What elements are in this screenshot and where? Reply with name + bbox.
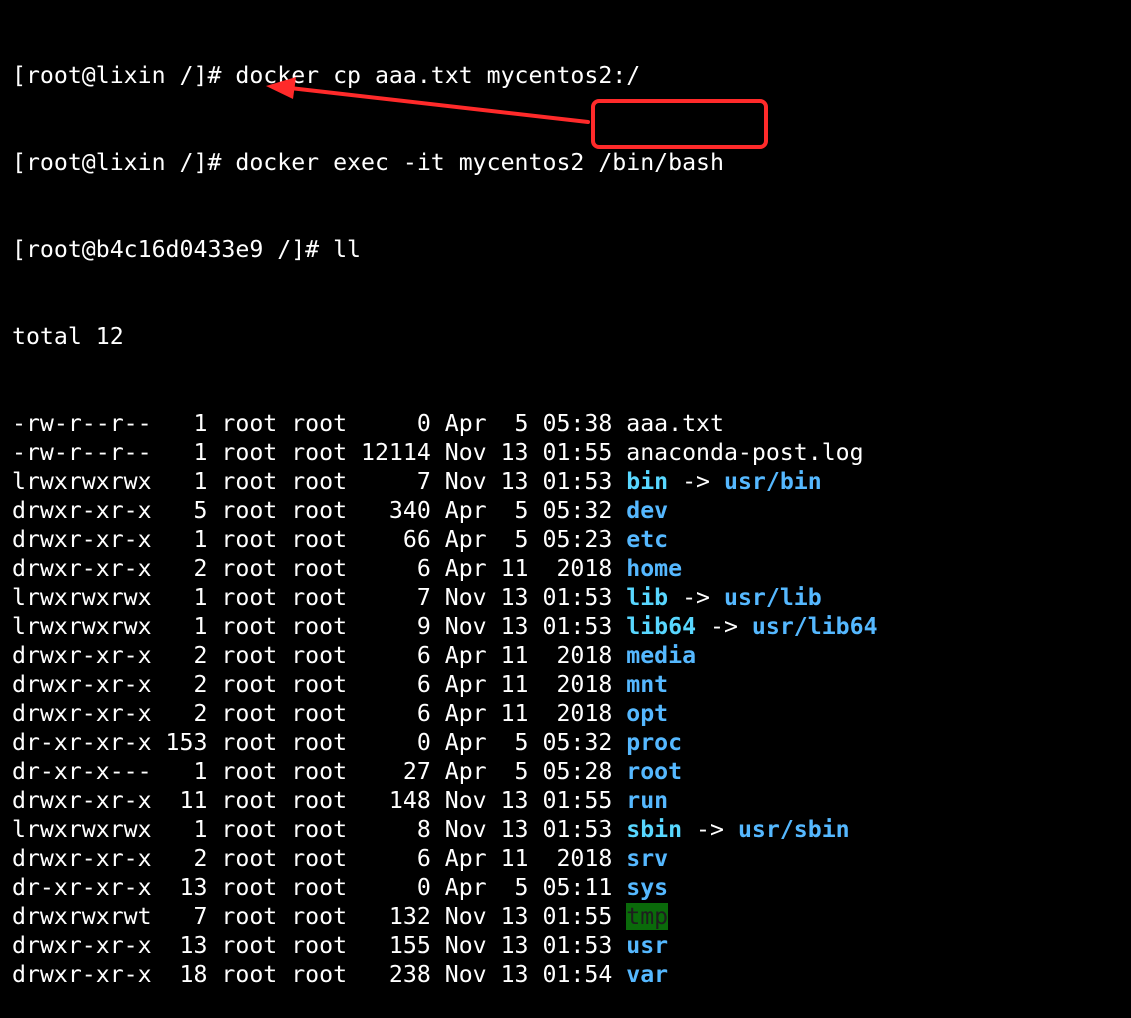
- listing-row-filename: etc: [626, 526, 669, 553]
- listing-row-filename: run: [626, 787, 669, 814]
- listing-row-filename: dev: [626, 497, 669, 524]
- listing-row: drwxr-xr-x 11 root root 148 Nov 13 01:55…: [12, 786, 878, 815]
- listing-row-filename: var: [626, 961, 669, 988]
- listing-row: -rw-r--r-- 1 root root 12114 Nov 13 01:5…: [12, 438, 878, 467]
- listing-row-attrs: lrwxrwxrwx 1 root root 9 Nov 13 01:53: [12, 613, 627, 640]
- listing-row-attrs: drwxr-xr-x 2 root root 6 Apr 11 2018: [12, 555, 627, 582]
- listing-row: drwxr-xr-x 2 root root 6 Apr 11 2018 opt: [12, 699, 878, 728]
- listing-row: lrwxrwxrwx 1 root root 8 Nov 13 01:53 sb…: [12, 815, 878, 844]
- file-listing: -rw-r--r-- 1 root root 0 Apr 5 05:38 aaa…: [12, 409, 878, 989]
- symlink-target: usr/bin: [723, 468, 822, 495]
- listing-row-attrs: lrwxrwxrwx 1 root root 7 Nov 13 01:53: [12, 468, 627, 495]
- listing-row-attrs: drwxr-xr-x 18 root root 238 Nov 13 01:54: [12, 961, 627, 988]
- listing-row-attrs: lrwxrwxrwx 1 root root 8 Nov 13 01:53: [12, 816, 627, 843]
- terminal-output[interactable]: [root@lixin /]# docker cp aaa.txt mycent…: [12, 3, 878, 1018]
- listing-row-filename: anaconda-post.log: [626, 439, 864, 466]
- listing-row: drwxr-xr-x 2 root root 6 Apr 11 2018 srv: [12, 844, 878, 873]
- symlink-arrow: ->: [696, 613, 752, 640]
- listing-row-attrs: drwxr-xr-x 2 root root 6 Apr 11 2018: [12, 642, 627, 669]
- listing-row-attrs: lrwxrwxrwx 1 root root 7 Nov 13 01:53: [12, 584, 627, 611]
- total-line: total 12: [12, 323, 124, 350]
- listing-row-filename: sys: [626, 874, 669, 901]
- listing-row-attrs: drwxr-xr-x 2 root root 6 Apr 11 2018: [12, 700, 627, 727]
- listing-row: -rw-r--r-- 1 root root 0 Apr 5 05:38 aaa…: [12, 409, 878, 438]
- listing-row-attrs: dr-xr-xr-x 153 root root 0 Apr 5 05:32: [12, 729, 627, 756]
- listing-row-attrs: drwxr-xr-x 11 root root 148 Nov 13 01:55: [12, 787, 627, 814]
- listing-row-filename: media: [626, 642, 697, 669]
- listing-row-attrs: drwxr-xr-x 1 root root 66 Apr 5 05:23: [12, 526, 627, 553]
- listing-row-filename: mnt: [626, 671, 669, 698]
- listing-row-filename: lib: [626, 584, 669, 611]
- listing-row: drwxr-xr-x 18 root root 238 Nov 13 01:54…: [12, 960, 878, 989]
- symlink-arrow: ->: [682, 816, 738, 843]
- listing-row-filename: lib64: [626, 613, 697, 640]
- listing-row: drwxr-xr-x 5 root root 340 Apr 5 05:32 d…: [12, 496, 878, 525]
- symlink-target: usr/lib64: [751, 613, 878, 640]
- listing-row: drwxrwxrwt 7 root root 132 Nov 13 01:55 …: [12, 902, 878, 931]
- listing-row-filename: aaa.txt: [626, 410, 724, 437]
- listing-row-attrs: drwxrwxrwt 7 root root 132 Nov 13 01:55: [12, 903, 627, 930]
- listing-row-filename: opt: [626, 700, 669, 727]
- listing-row-filename: home: [626, 555, 683, 582]
- command-line-2: [root@lixin /]# docker exec -it mycentos…: [12, 149, 724, 176]
- listing-row-attrs: -rw-r--r-- 1 root root 12114 Nov 13 01:5…: [12, 439, 627, 466]
- listing-row-attrs: -rw-r--r-- 1 root root 0 Apr 5 05:38: [12, 410, 627, 437]
- symlink-target: usr/lib: [723, 584, 822, 611]
- listing-row: drwxr-xr-x 1 root root 66 Apr 5 05:23 et…: [12, 525, 878, 554]
- listing-row-filename: root: [626, 758, 683, 785]
- listing-row-filename: bin: [626, 468, 669, 495]
- symlink-target: usr/sbin: [737, 816, 850, 843]
- listing-row-attrs: drwxr-xr-x 2 root root 6 Apr 11 2018: [12, 671, 627, 698]
- listing-row: dr-xr-xr-x 153 root root 0 Apr 5 05:32 p…: [12, 728, 878, 757]
- listing-row-attrs: drwxr-xr-x 13 root root 155 Nov 13 01:53: [12, 932, 627, 959]
- command-line-1: [root@lixin /]# docker cp aaa.txt mycent…: [12, 62, 641, 89]
- listing-row-attrs: dr-xr-x--- 1 root root 27 Apr 5 05:28: [12, 758, 627, 785]
- listing-row: lrwxrwxrwx 1 root root 9 Nov 13 01:53 li…: [12, 612, 878, 641]
- listing-row-filename: usr: [626, 932, 669, 959]
- listing-row-attrs: dr-xr-xr-x 13 root root 0 Apr 5 05:11: [12, 874, 627, 901]
- listing-row-attrs: drwxr-xr-x 5 root root 340 Apr 5 05:32: [12, 497, 627, 524]
- symlink-arrow: ->: [668, 584, 724, 611]
- listing-row: dr-xr-xr-x 13 root root 0 Apr 5 05:11 sy…: [12, 873, 878, 902]
- listing-row: lrwxrwxrwx 1 root root 7 Nov 13 01:53 li…: [12, 583, 878, 612]
- listing-row: drwxr-xr-x 2 root root 6 Apr 11 2018 med…: [12, 641, 878, 670]
- symlink-arrow: ->: [668, 468, 724, 495]
- listing-row: drwxr-xr-x 2 root root 6 Apr 11 2018 hom…: [12, 554, 878, 583]
- listing-row: lrwxrwxrwx 1 root root 7 Nov 13 01:53 bi…: [12, 467, 878, 496]
- listing-row-filename: tmp: [626, 903, 669, 930]
- command-line-3: [root@b4c16d0433e9 /]# ll: [12, 236, 362, 263]
- listing-row: drwxr-xr-x 13 root root 155 Nov 13 01:53…: [12, 931, 878, 960]
- listing-row-attrs: drwxr-xr-x 2 root root 6 Apr 11 2018: [12, 845, 627, 872]
- listing-row-filename: srv: [626, 845, 669, 872]
- listing-row: dr-xr-x--- 1 root root 27 Apr 5 05:28 ro…: [12, 757, 878, 786]
- listing-row-filename: proc: [626, 729, 683, 756]
- listing-row-filename: sbin: [626, 816, 683, 843]
